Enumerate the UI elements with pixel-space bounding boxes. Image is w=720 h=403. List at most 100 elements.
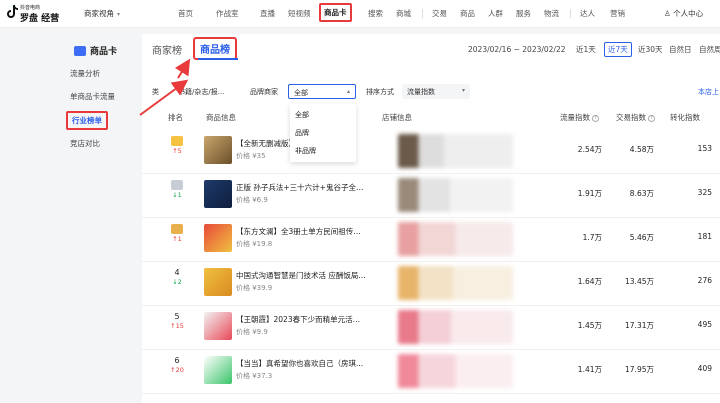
sidebar-item-industry-rank[interactable]: 行业榜单 [66,111,108,130]
date-range[interactable]: 2023/02/16 ~ 2023/02/22 [468,45,566,54]
sort-select-value: 流量指数 [407,88,435,96]
range-natural-day[interactable]: 自然日 [669,44,692,55]
table-row[interactable]: ↑1 【东方文澜】全3册土单方民间祖传秘... 价格 ¥19.8 1.7万 5.… [142,218,720,262]
col-conversion[interactable]: 转化指数 [670,112,700,123]
product-name[interactable]: 中国式沟通智慧是门技术活 应酬饭局... [236,270,366,281]
nav-item-shortvideo[interactable]: 短视频 [288,8,311,19]
product-price: 价格 ¥35 [236,152,266,160]
brand-dropdown: 全部 品牌 非品牌 [290,104,356,162]
tab-product-rank[interactable]: 商品榜 [193,37,237,60]
sidebar-item-competitor-compare[interactable]: 竞店对比 [70,138,100,149]
user-center-label: 个人中心 [673,9,704,18]
nav-item-live[interactable]: 直播 [260,8,275,19]
sidebar: 商品卡 流量分析 单商品卡流量 行业榜单 竞店对比 [0,28,140,403]
category-select[interactable]: 书籍/杂志/报... [178,87,224,97]
nav-item-mall[interactable]: 商城 [396,8,411,19]
sidebar-title: 商品卡 [90,47,118,57]
nav-item-goods[interactable]: 商品 [460,8,475,19]
brand-select-value: 全部 [294,89,308,97]
traffic-index: 1.41万 [577,365,602,374]
nav-item-marketing[interactable]: 营销 [610,8,625,19]
top-bar: 抖音电商 罗盘 经营 商家视角 ▾ 首页 作战室 直播 短视频 商品卡 搜索 商城… [0,0,720,28]
chevron-up-icon: ▴ [346,88,350,95]
conversion-index: 153 [697,144,712,153]
table-row[interactable]: ↓1 正版 孙子兵法+三十六计+鬼谷子全3... 价格 ¥6.9 1.91万 8… [142,174,720,218]
range-natural-week[interactable]: 自然周 [699,44,720,55]
nav-item-product-card[interactable]: 商品卡 [319,3,352,22]
traffic-index: 1.64万 [577,277,602,286]
nav-item-trade[interactable]: 交易 [432,8,447,19]
product-thumbnail[interactable] [204,136,232,164]
rank-cell: ↓1 [168,180,186,199]
col-traffic-label: 流量指数 [560,113,590,122]
active-tab-indicator [198,58,238,60]
dropdown-option-brand[interactable]: 品牌 [290,124,356,142]
trade-index: 4.58万 [629,145,654,154]
dropdown-option-all[interactable]: 全部 [290,106,356,124]
product-price: 价格 ¥6.9 [236,196,268,204]
range-30d[interactable]: 近30天 [638,44,663,55]
trade-index: 17.31万 [625,321,654,330]
category-label: 类 [152,88,159,96]
table-row[interactable]: 4 ↓2 中国式沟通智慧是门技术活 应酬饭局... 价格 ¥39.9 1.64万… [142,262,720,306]
sidebar-item-traffic-analysis[interactable]: 流量分析 [70,68,100,79]
rank-change: ↑1 [172,235,182,243]
product-thumbnail[interactable] [204,224,232,252]
nav-divider [422,9,423,18]
logo-title: 罗盘 经营 [20,14,60,24]
view-switch[interactable]: 商家视角 ▾ [84,8,120,19]
user-center[interactable]: ♙ 个人中心 [664,8,703,19]
table-row[interactable]: 6 ↑20 【当当】真希望你也喜欢自己（房琪... 价格 ¥37.3 1.41万… [142,350,720,394]
table-row[interactable]: 5 ↑15 【王朝霞】2023春下少而精单元活页... 价格 ¥9.9 1.45… [142,306,720,350]
store-info-blurred [398,222,513,256]
range-7d[interactable]: 近7天 [604,42,632,57]
product-thumbnail[interactable] [204,268,232,296]
range-1d[interactable]: 近1天 [576,44,596,55]
traffic-index: 1.7万 [582,233,602,242]
view-switch-label: 商家视角 [84,9,114,18]
product-name[interactable]: 正版 孙子兵法+三十六计+鬼谷子全3... [236,182,366,193]
nav-item-warroom[interactable]: 作战室 [216,8,239,19]
rank-cell: 6 ↑20 [168,356,186,374]
logo[interactable]: 抖音电商 罗盘 经营 [6,3,64,25]
rank-change: ↑15 [170,322,184,330]
conversion-index: 409 [697,364,712,373]
product-name[interactable]: 【当当】真希望你也喜欢自己（房琪... [236,358,366,369]
trade-index: 13.45万 [625,277,654,286]
sort-select[interactable]: 流量指数 ▾ [402,84,470,99]
product-thumbnail[interactable] [204,356,232,384]
conversion-index: 325 [697,188,712,197]
trade-index: 17.95万 [625,365,654,374]
rank-number: 4 [174,268,180,277]
rank-cell: 4 ↓2 [168,268,186,286]
product-price: 价格 ¥37.3 [236,372,273,380]
col-trade[interactable]: 交易指数? [616,112,655,123]
col-traffic[interactable]: 流量指数? [560,112,599,123]
product-thumbnail[interactable] [204,312,232,340]
dropdown-option-non-brand[interactable]: 非品牌 [290,142,356,160]
nav-item-service[interactable]: 服务 [516,8,531,19]
table-row[interactable]: ↑5 【全新无删减版】...老... 价格 ¥35 2.54万 4.58万 15… [142,130,720,174]
store-info-blurred [398,134,513,168]
product-name[interactable]: 【东方文澜】全3册土单方民间祖传秘... [236,226,366,237]
sidebar-header: 商品卡 [74,40,117,59]
chevron-down-icon: ▾ [117,11,121,18]
col-conversion-label: 转化指数 [670,113,700,122]
nav-item-search[interactable]: 搜索 [368,8,383,19]
nav-item-logistics[interactable]: 物流 [544,8,559,19]
nav-item-home[interactable]: 首页 [178,8,193,19]
sidebar-item-single-card-traffic[interactable]: 单商品卡流量 [70,91,115,102]
tab-merchant-rank[interactable]: 商家榜 [152,42,182,57]
brand-select[interactable]: 全部 ▴ [288,84,356,99]
sort-label: 排序方式 [366,88,394,96]
conversion-index: 276 [697,276,712,285]
rank-change: ↓2 [172,278,182,286]
nav-item-crowd[interactable]: 人群 [488,8,503,19]
rank-change: ↓1 [172,191,182,199]
product-name[interactable]: 【王朝霞】2023春下少而精单元活页... [236,314,366,325]
store-info-blurred [398,266,513,300]
product-thumbnail[interactable] [204,180,232,208]
bronze-medal-icon [171,224,183,234]
store-link[interactable]: 本店上 [698,87,719,97]
nav-item-influencer[interactable]: 达人 [580,8,595,19]
